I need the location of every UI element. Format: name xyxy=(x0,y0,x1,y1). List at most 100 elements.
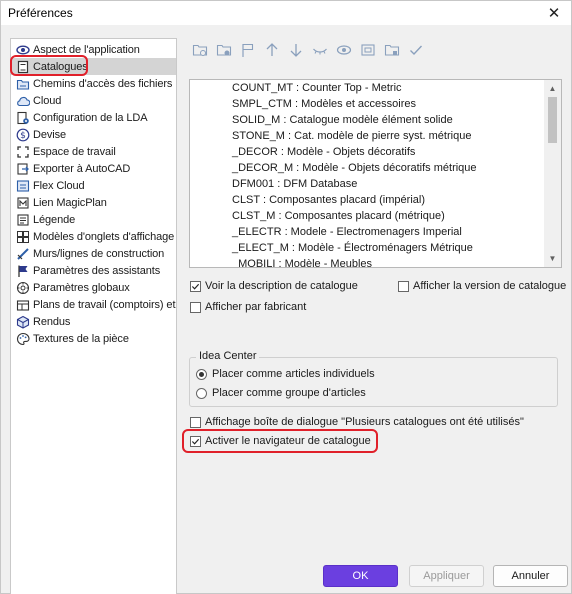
link-icon xyxy=(15,196,30,210)
config-icon xyxy=(15,111,30,125)
walls-icon xyxy=(15,247,30,261)
export-icon xyxy=(15,162,30,176)
close-button[interactable]: ✕ xyxy=(537,1,571,25)
add-folder-icon[interactable] xyxy=(191,41,209,59)
sidebar-item-catalogues[interactable]: Catalogues xyxy=(11,58,176,75)
list-item[interactable]: CLST : Composantes placard (impérial) xyxy=(232,194,425,210)
cancel-button[interactable]: Annuler xyxy=(493,565,568,587)
eye-closed-icon[interactable] xyxy=(311,41,329,59)
eye-icon[interactable] xyxy=(335,41,353,59)
list-item[interactable]: _DECOR_M : Modèle - Objets décoratifs mé… xyxy=(232,162,477,178)
scroll-down-icon[interactable]: ▼ xyxy=(544,250,561,267)
sidebar-item-label: Cloud xyxy=(33,94,62,107)
checkbox-checked[interactable] xyxy=(190,280,201,292)
list-item[interactable]: _ELECTR : Modele - Electromenagers Imper… xyxy=(232,226,462,242)
radio-individual[interactable]: Placer comme articles individuels xyxy=(196,368,375,380)
catalog-toolbar xyxy=(191,40,431,60)
catalog-browser-checkbox[interactable]: Activer le navigateur de catalogue xyxy=(190,435,371,447)
radio-label: Placer comme articles individuels xyxy=(212,368,375,380)
catalog-list[interactable]: COUNT_MT : Counter Top - Metric SMPL_CTM… xyxy=(189,79,562,268)
arrow-down-icon[interactable] xyxy=(287,41,305,59)
ok-button[interactable]: OK xyxy=(323,565,398,587)
sidebar-item-countertops[interactable]: Plans de travail (comptoirs) et g xyxy=(11,296,177,313)
sidebar-item-label: Chemins d'accès des fichiers xyxy=(33,77,173,90)
sidebar-item-label: Flex Cloud xyxy=(33,179,85,192)
sidebar-item-label: Légende xyxy=(33,213,76,226)
list-item[interactable]: SOLID_M : Catalogue modèle élément solid… xyxy=(232,114,453,130)
sidebar-item-paths[interactable]: Chemins d'accès des fichiers xyxy=(11,75,176,92)
checkbox-label: Afficher par fabricant xyxy=(205,301,307,313)
sidebar-item-tabs[interactable]: Modèles d'onglets d'affichage xyxy=(11,228,176,245)
sidebar-item-aspect[interactable]: Aspect de l'application xyxy=(11,41,176,58)
radio-group[interactable]: Placer comme groupe d'articles xyxy=(196,387,366,399)
title-bar: Préférences ✕ xyxy=(1,1,571,25)
checkbox-unchecked[interactable] xyxy=(398,280,409,292)
sidebar-item-lda[interactable]: Configuration de la LDA xyxy=(11,109,176,126)
sidebar-item-label: Textures de la pièce xyxy=(33,332,129,345)
sidebar-item-label: Lien MagicPlan xyxy=(33,196,107,209)
window-icon[interactable] xyxy=(359,41,377,59)
radio-unselected[interactable] xyxy=(196,387,207,399)
sidebar-item-label: Espace de travail xyxy=(33,145,116,158)
book-icon xyxy=(15,60,30,74)
list-item[interactable]: STONE_M : Cat. modèle de pierre syst. mé… xyxy=(232,130,471,146)
flag-icon[interactable] xyxy=(239,41,257,59)
check-icon[interactable] xyxy=(407,41,425,59)
checkbox-unchecked[interactable] xyxy=(190,301,201,313)
list-item[interactable]: COUNT_MT : Counter Top - Metric xyxy=(232,82,402,98)
checkbox-unchecked[interactable] xyxy=(190,416,201,428)
folder-gear-icon[interactable] xyxy=(383,41,401,59)
sidebar-item-walls[interactable]: Murs/lignes de construction xyxy=(11,245,176,262)
list-scrollbar[interactable]: ▲ ▼ xyxy=(544,80,561,267)
apply-button[interactable]: Appliquer xyxy=(409,565,484,587)
list-item[interactable]: SMPL_CTM : Modèles et accessoires xyxy=(232,98,416,114)
sidebar-item-magicplan[interactable]: Lien MagicPlan xyxy=(11,194,176,211)
by-manufacturer-checkbox[interactable]: Afficher par fabricant xyxy=(190,301,306,313)
sidebar-item-legende[interactable]: Légende xyxy=(11,211,176,228)
sidebar-item-devise[interactable]: $ Devise xyxy=(11,126,176,143)
multi-catalog-dialog-checkbox[interactable]: Affichage boîte de dialogue "Plusieurs c… xyxy=(190,416,524,428)
tabs-icon xyxy=(15,230,30,244)
list-item[interactable]: _MOBILI : Modèle - Meubles xyxy=(232,258,372,267)
cloud-icon xyxy=(15,94,30,108)
sidebar-item-workspace[interactable]: Espace de travail xyxy=(11,143,176,160)
list-item[interactable]: _ELECT_M : Modèle - Électroménagers Métr… xyxy=(232,242,473,258)
sidebar-item-label: Paramètres des assistants xyxy=(33,264,161,277)
sidebar-item-global[interactable]: Paramètres globaux xyxy=(11,279,176,296)
arrow-up-icon[interactable] xyxy=(263,41,281,59)
eye-icon xyxy=(15,43,30,57)
sidebar-item-autocad[interactable]: Exporter à AutoCAD xyxy=(11,160,176,177)
show-version-checkbox[interactable]: Afficher la version de catalogue xyxy=(398,280,566,292)
list-item[interactable]: _DECOR : Modèle - Objets décoratifs xyxy=(232,146,415,162)
list-item[interactable]: CLST_M : Composantes placard (métrique) xyxy=(232,210,445,226)
folder-settings-icon[interactable] xyxy=(215,41,233,59)
scroll-up-icon[interactable]: ▲ xyxy=(544,80,561,97)
scroll-thumb[interactable] xyxy=(548,97,557,143)
sidebar-item-label: Devise xyxy=(33,128,67,141)
sidebar-item-label: Rendus xyxy=(33,315,71,328)
palette-icon xyxy=(15,332,30,346)
checkbox-label: Afficher la version de catalogue xyxy=(413,280,567,292)
workspace-icon xyxy=(15,145,30,159)
sidebar-item-label: Aspect de l'application xyxy=(33,43,140,56)
group-title: Idea Center xyxy=(196,350,260,362)
sidebar-item-label: Paramètres globaux xyxy=(33,281,130,294)
radio-selected[interactable] xyxy=(196,368,207,380)
folder-path-icon xyxy=(15,77,30,91)
show-description-checkbox[interactable]: Voir la description de catalogue xyxy=(190,280,358,292)
list-item[interactable]: DFM001 : DFM Database xyxy=(232,178,357,194)
svg-text:$: $ xyxy=(20,131,26,141)
sidebar-item-cloud[interactable]: Cloud xyxy=(11,92,176,109)
sidebar-item-renders[interactable]: Rendus xyxy=(11,313,176,330)
checkbox-checked[interactable] xyxy=(190,435,201,447)
preferences-dialog: Préférences ✕ Aspect de l'application Ca… xyxy=(0,0,572,594)
sidebar-item-assistants[interactable]: Paramètres des assistants xyxy=(11,262,176,279)
sidebar-item-flex-cloud[interactable]: Flex Cloud xyxy=(11,177,176,194)
window-title: Préférences xyxy=(8,6,73,20)
sidebar-item-label: Plans de travail (comptoirs) et g xyxy=(33,298,177,311)
countertop-icon xyxy=(15,298,30,312)
radio-label: Placer comme groupe d'articles xyxy=(212,387,366,399)
sidebar-item-label: Configuration de la LDA xyxy=(33,111,148,124)
sidebar-item-textures[interactable]: Textures de la pièce xyxy=(11,330,176,347)
sidebar-item-label: Murs/lignes de construction xyxy=(33,247,165,260)
